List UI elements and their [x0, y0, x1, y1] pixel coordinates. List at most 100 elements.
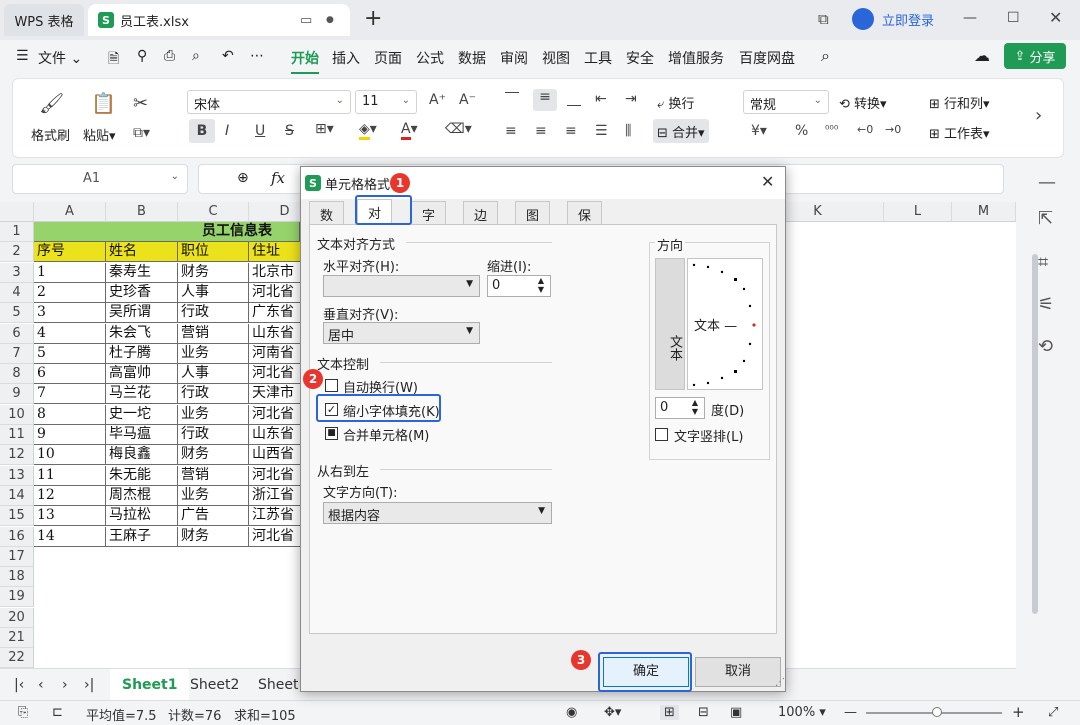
italic-button[interactable]: I	[225, 123, 229, 139]
next-sheet-icon[interactable]: ›	[62, 677, 68, 693]
window-icon[interactable]: ▭	[300, 13, 312, 28]
data-cell[interactable]: 广告	[178, 506, 249, 527]
unsaved-dot-icon[interactable]: ●	[326, 15, 334, 25]
data-cell[interactable]: 7	[34, 384, 106, 405]
share-link-icon[interactable]: ⚲	[137, 48, 147, 64]
data-cell[interactable]: 8	[34, 404, 106, 425]
data-cell[interactable]: 杜子腾	[106, 343, 178, 364]
close-icon[interactable]: ✕	[1049, 8, 1062, 27]
cancel-button[interactable]: 取消	[695, 657, 781, 687]
column-header[interactable]: A	[34, 202, 106, 222]
normal-view-icon[interactable]: ⊞	[660, 705, 679, 720]
data-cell[interactable]: 行政	[178, 425, 249, 445]
stepper-arrows-icon[interactable]: ▲ ▼	[538, 276, 544, 294]
decrease-decimal-icon[interactable]: →0	[885, 123, 901, 136]
degree-stepper[interactable]: 0 ▲ ▼	[655, 397, 705, 419]
settings-sliders-icon[interactable]: ⚟	[1038, 294, 1054, 315]
data-cell[interactable]: 毕马瘟	[106, 425, 178, 445]
data-cell[interactable]: 朱会飞	[106, 323, 178, 344]
vertical-text-button[interactable]: 文本	[655, 258, 685, 390]
data-cell[interactable]: 11	[34, 465, 106, 486]
header-cell[interactable]: 职位	[178, 242, 249, 263]
row-header[interactable]: 13	[0, 465, 34, 486]
data-cell[interactable]: 5	[34, 343, 106, 364]
bold-button[interactable]: B	[189, 119, 215, 143]
data-cell[interactable]: 12	[34, 485, 106, 506]
data-cell[interactable]: 业务	[178, 404, 249, 425]
row-header[interactable]: 1	[0, 222, 34, 242]
merge-cells-checkbox[interactable]: ■	[325, 427, 338, 440]
data-cell[interactable]: 1	[34, 262, 106, 283]
print-icon[interactable]: ⎙	[164, 48, 175, 64]
paste-button[interactable]: 粘贴▾	[83, 125, 116, 144]
distributed-icon[interactable]: ⫼	[625, 123, 631, 139]
share-button[interactable]: ⇪ 分享	[1004, 43, 1066, 69]
indent-increase-icon[interactable]: ⇥	[625, 91, 637, 107]
menu-tools[interactable]: 工具	[584, 48, 612, 68]
data-cell[interactable]: 6	[34, 364, 106, 385]
data-cell[interactable]: 人事	[178, 282, 249, 303]
menu-security[interactable]: 安全	[626, 48, 654, 68]
increase-font-icon[interactable]: A⁺	[429, 92, 446, 108]
clear-format-icon[interactable]: ⌫▾	[445, 121, 472, 137]
page-break-icon[interactable]: ▣	[730, 705, 742, 720]
header-cell[interactable]: 序号	[34, 242, 106, 263]
menu-formula[interactable]: 公式	[416, 48, 444, 68]
vertical-stack-checkbox[interactable]	[655, 428, 668, 441]
data-cell[interactable]: 史珍香	[106, 282, 178, 303]
menu-insert[interactable]: 插入	[332, 48, 360, 68]
indent-stepper[interactable]: 0 ▲ ▼	[487, 275, 551, 297]
percent-button[interactable]: %	[795, 123, 808, 139]
row-header[interactable]: 4	[0, 282, 34, 303]
history-icon[interactable]: ⟲	[1038, 336, 1053, 357]
vertical-align-select[interactable]: 居中 ▼	[323, 322, 480, 344]
data-cell[interactable]: 9	[34, 425, 106, 445]
data-cell[interactable]: 14	[34, 526, 106, 547]
menu-baidu-pan[interactable]: 百度网盘	[739, 48, 795, 68]
wrap-text-checkbox[interactable]	[325, 379, 338, 392]
number-format-select[interactable]: 常规 ⌄	[743, 90, 829, 114]
collapse-icon[interactable]: —	[1038, 172, 1056, 193]
eye-protection-icon[interactable]: ◉	[566, 705, 577, 720]
text-direction-select[interactable]: 根据内容 ▼	[323, 502, 552, 524]
tab-font[interactable]: 字体	[411, 201, 447, 243]
fullscreen-icon[interactable]: ⤢	[1048, 705, 1058, 720]
wrap-text-button[interactable]: ⤶ 换行	[657, 93, 694, 112]
indent-decrease-icon[interactable]: ⇤	[595, 91, 607, 107]
row-header[interactable]: 17	[0, 546, 34, 567]
window-mode-icon[interactable]: ⧉	[818, 10, 829, 28]
login-link[interactable]: 立即登录	[852, 8, 934, 30]
row-header[interactable]: 8	[0, 364, 34, 385]
column-header[interactable]: L	[884, 202, 952, 222]
new-tab-icon[interactable]: +	[364, 6, 382, 31]
sheet-tab-2[interactable]: Sheet2	[190, 677, 239, 693]
row-header[interactable]: 12	[0, 445, 34, 466]
data-cell[interactable]: 4	[34, 323, 106, 344]
align-bottom-icon[interactable]: ⎽	[567, 91, 581, 107]
stepper-arrows-icon[interactable]: ▲ ▼	[692, 398, 698, 416]
fill-color-icon[interactable]: ◈▾	[359, 121, 377, 140]
row-header[interactable]: 18	[0, 567, 34, 588]
data-cell[interactable]: 梅良鑫	[106, 445, 178, 466]
row-header[interactable]: 9	[0, 384, 34, 405]
data-cell[interactable]: 马兰花	[106, 384, 178, 405]
border-icon[interactable]: ⊞▾	[315, 121, 334, 137]
row-header[interactable]: 3	[0, 262, 34, 283]
merge-cells-button[interactable]: ⊟ 合并▾	[653, 119, 709, 143]
hamburger-icon[interactable]: ☰	[16, 48, 29, 64]
tab-protection[interactable]: 保护	[567, 201, 603, 243]
file-menu[interactable]: 文件 ⌄	[38, 48, 82, 68]
save-icon[interactable]: 🗎	[108, 48, 119, 72]
zoom-out-icon[interactable]: —	[844, 705, 857, 720]
row-header[interactable]: 2	[0, 242, 34, 263]
paste-icon[interactable]: 📋	[91, 91, 116, 115]
underline-button[interactable]: U	[255, 123, 265, 139]
row-header[interactable]: 19	[0, 587, 34, 608]
row-header[interactable]: 11	[0, 425, 34, 445]
menu-value-added[interactable]: 增值服务	[668, 48, 724, 68]
convert-button[interactable]: ⟲ 转换▾	[839, 93, 887, 112]
data-cell[interactable]: 业务	[178, 485, 249, 506]
data-cell[interactable]: 营销	[178, 465, 249, 486]
crop-icon[interactable]: ⌗	[1038, 252, 1048, 273]
vertical-scrollbar[interactable]	[1032, 254, 1038, 614]
